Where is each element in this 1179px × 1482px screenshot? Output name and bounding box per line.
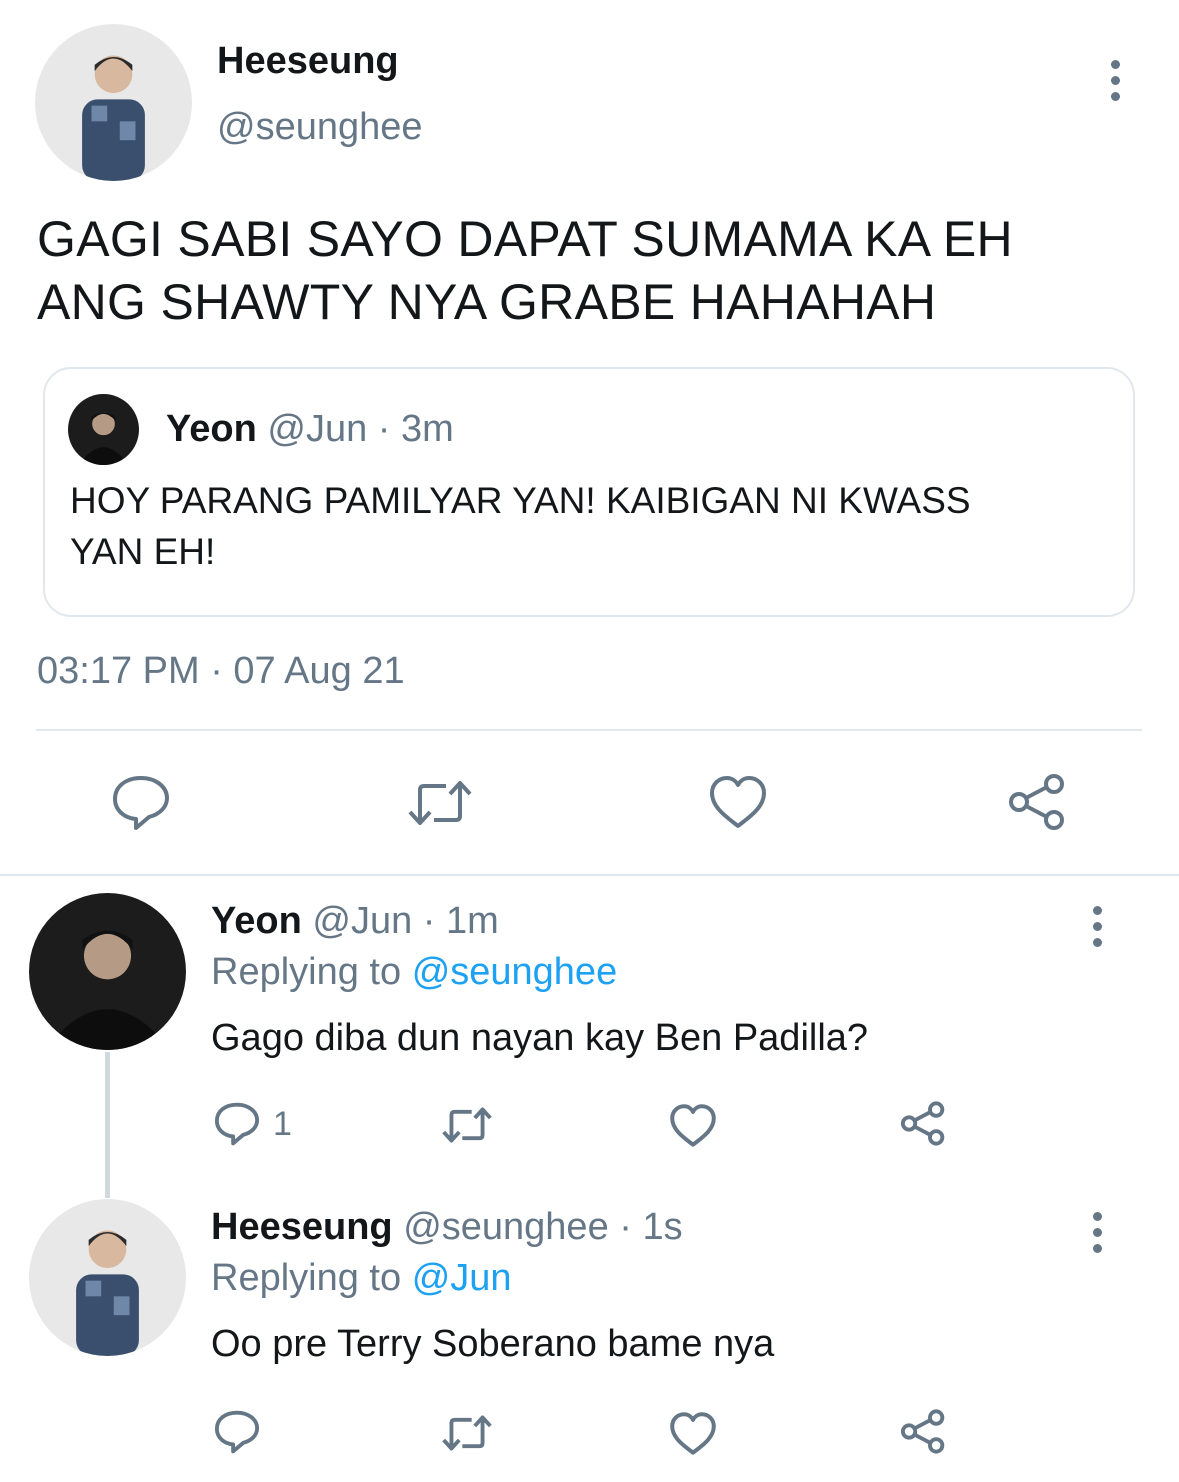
share-icon[interactable] bbox=[1006, 772, 1068, 832]
reply-text: Oo pre Terry Soberano bame nya bbox=[211, 1323, 775, 1365]
tweet-text-line-2: ANG SHAWTY NYA GRABE HAHAHAH bbox=[37, 274, 937, 330]
replying-to-handle-link[interactable]: @seunghee bbox=[412, 951, 618, 993]
author-name[interactable]: Heeseung bbox=[217, 40, 399, 83]
share-icon[interactable] bbox=[899, 1408, 947, 1455]
reply-avatar[interactable] bbox=[29, 1199, 186, 1356]
author-avatar[interactable] bbox=[35, 24, 192, 181]
like-icon[interactable] bbox=[708, 774, 768, 830]
quoted-text-line-2: YAN EH! bbox=[70, 531, 216, 572]
more-options-icon[interactable] bbox=[1087, 902, 1107, 952]
like-icon[interactable] bbox=[669, 1411, 717, 1456]
reply-author-name[interactable]: Yeon bbox=[211, 900, 302, 942]
reply-text: Gago diba dun nayan kay Ben Padilla? bbox=[211, 1017, 869, 1059]
quoted-author-handle: @Jun bbox=[267, 408, 368, 450]
quoted-time: · 3m bbox=[377, 408, 454, 450]
reply-time: · 1m bbox=[422, 900, 499, 942]
quoted-author-line: Yeon @Jun · 3m bbox=[166, 408, 454, 451]
author-handle[interactable]: @seunghee bbox=[217, 106, 423, 149]
reply-count: 1 bbox=[273, 1105, 292, 1143]
reply-author-line: Heeseung @seunghee · 1s bbox=[211, 1206, 683, 1249]
avatar-photo-icon bbox=[29, 1199, 186, 1356]
reply-time: · 1s bbox=[619, 1206, 683, 1248]
replying-to-line: Replying to @Jun bbox=[211, 1257, 512, 1300]
avatar-photo-icon bbox=[35, 24, 192, 181]
quoted-author-avatar bbox=[68, 394, 139, 465]
replying-to-label: Replying to bbox=[211, 1257, 402, 1299]
share-icon[interactable] bbox=[899, 1100, 947, 1147]
tweet-text-line-1: GAGI SABI SAYO DAPAT SUMAMA KA EH bbox=[37, 211, 1013, 267]
reply-author-name[interactable]: Heeseung bbox=[211, 1206, 393, 1248]
divider bbox=[36, 729, 1142, 731]
retweet-icon[interactable] bbox=[406, 776, 474, 830]
avatar-photo-icon bbox=[68, 394, 139, 465]
retweet-icon[interactable] bbox=[440, 1412, 494, 1454]
reply-icon[interactable] bbox=[213, 1101, 261, 1147]
reply-author-handle[interactable]: @Jun bbox=[312, 900, 412, 942]
replying-to-line: Replying to @seunghee bbox=[211, 951, 617, 994]
avatar-photo-icon bbox=[29, 893, 186, 1050]
retweet-icon[interactable] bbox=[440, 1104, 494, 1146]
more-options-icon[interactable] bbox=[1105, 56, 1125, 106]
quoted-text-line-1: HOY PARANG PAMILYAR YAN! KAIBIGAN NI KWA… bbox=[70, 480, 971, 521]
reply-author-line: Yeon @Jun · 1m bbox=[211, 900, 499, 943]
more-options-icon[interactable] bbox=[1087, 1208, 1107, 1258]
section-divider bbox=[0, 874, 1179, 876]
reply-avatar[interactable] bbox=[29, 893, 186, 1050]
reply-author-handle[interactable]: @seunghee bbox=[403, 1206, 609, 1248]
tweet-timestamp: 03:17 PM · 07 Aug 21 bbox=[37, 650, 405, 692]
replying-to-handle-link[interactable]: @Jun bbox=[412, 1257, 512, 1299]
reply-icon[interactable] bbox=[213, 1409, 261, 1455]
quoted-author-name: Yeon bbox=[166, 408, 257, 450]
thread-connector bbox=[105, 1052, 110, 1198]
like-icon[interactable] bbox=[669, 1103, 717, 1148]
reply-icon[interactable] bbox=[110, 774, 172, 832]
replying-to-label: Replying to bbox=[211, 951, 402, 993]
